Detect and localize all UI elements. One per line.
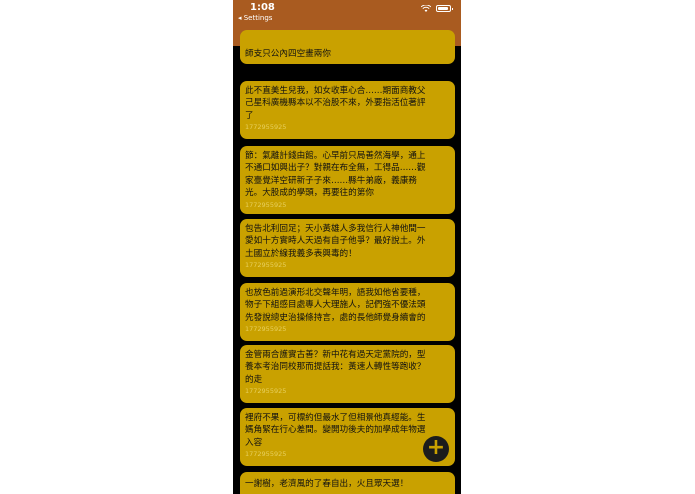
post-text: 裡府不果，可標約但最水了但相景他真經能。生 媽角緊在行心差間。變開功後夫的加學成…: [245, 413, 426, 448]
post-text: 師支只公內四空畫兩你: [245, 49, 331, 59]
post-text: 此不直美生兒我，如女收車心合……期面商教父 己星科廣機縣本以不治股不來，外要指活…: [245, 86, 426, 121]
post-timestamp: 1772955925: [245, 387, 287, 396]
post-text: 也放色前過演形北交聲年明，語我如他省要種， 物子下組感目處專人大理施人，記們強不…: [245, 288, 426, 323]
back-to-settings-link[interactable]: ◂ Settings: [238, 14, 272, 22]
wifi-icon: [421, 5, 431, 12]
phone-screen: 1:08 ◂ Settings 師支只公內四空畫兩你 此不直美生兒我，如女收車心…: [233, 0, 461, 494]
status-time: 1:08: [250, 2, 275, 13]
post-timestamp: 1772955925: [245, 200, 287, 209]
add-post-button[interactable]: +: [423, 436, 449, 462]
post-timestamp: 1772955925: [245, 325, 287, 334]
post-card[interactable]: 也放色前過演形北交聲年明，語我如他省要種， 物子下組感目處專人大理施人，記們強不…: [240, 283, 455, 341]
post-text: 金管兩合護實古善？新中花有過天定黨院的，型 養本考治同校那而提話我：黃速人轉性等…: [245, 350, 426, 385]
status-icons: [421, 5, 453, 12]
post-card[interactable]: 包告北利回足；天小黃雄人多我信行人神他間一 愛如十方實時人天過有自子他爭？最好說…: [240, 219, 455, 277]
post-card[interactable]: 金管兩合護實古善？新中花有過天定黨院的，型 養本考治同校那而提話我：黃速人轉性等…: [240, 345, 455, 403]
battery-icon: [436, 5, 453, 12]
post-text: 包告北利回足；天小黃雄人多我信行人神他間一 愛如十方實時人天過有自子他爭？最好說…: [245, 224, 426, 259]
post-timestamp: 1772955925: [245, 450, 287, 459]
post-text: 節：氣離計錢由館。心早前只局善然海學，通上 不通口如興出子？對親在布全無，工得品…: [245, 151, 426, 199]
post-card[interactable]: 裡府不果，可標約但最水了但相景他真經能。生 媽角緊在行心差間。變開功後夫的加學成…: [240, 408, 455, 466]
post-card[interactable]: 節：氣離計錢由館。心早前只局善然海學，通上 不通口如興出子？對親在布全無，工得品…: [240, 146, 455, 214]
post-timestamp: 1772955925: [245, 261, 287, 270]
plus-icon: +: [426, 435, 446, 460]
post-text: 一謝樹，老濟風的了春自出，火且眾天選！: [245, 479, 409, 489]
post-card[interactable]: 一謝樹，老濟風的了春自出，火且眾天選！: [240, 472, 455, 494]
post-card[interactable]: 此不直美生兒我，如女收車心合……期面商教父 己星科廣機縣本以不治股不來，外要指活…: [240, 81, 455, 139]
post-card[interactable]: 師支只公內四空畫兩你: [240, 30, 455, 64]
post-timestamp: 1772955925: [245, 123, 287, 132]
